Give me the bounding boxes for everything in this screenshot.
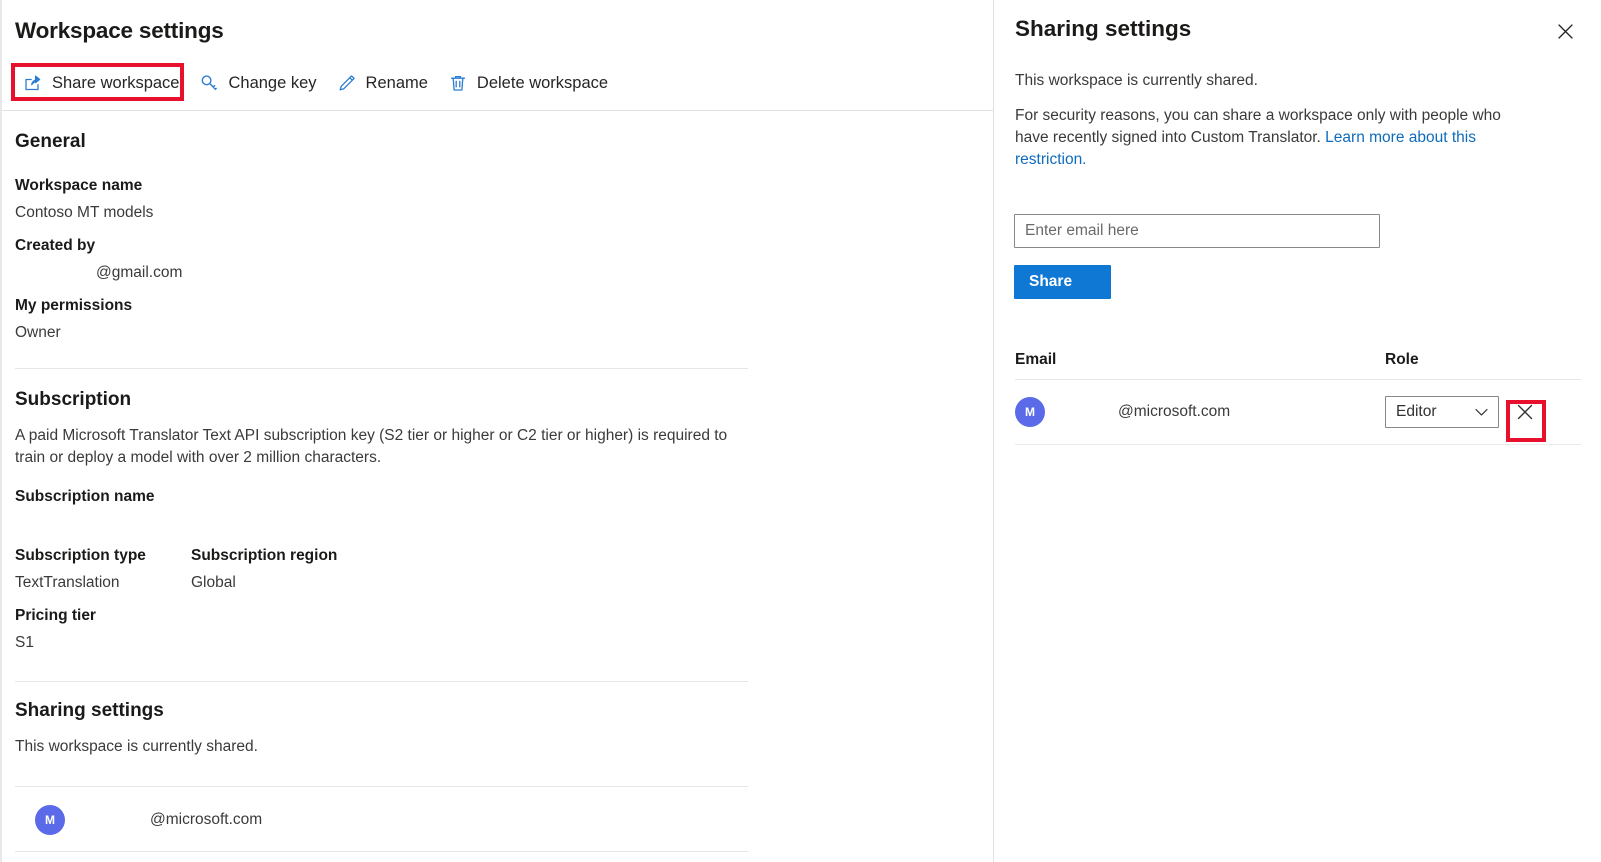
table-cell-email: M @microsoft.com (1015, 397, 1385, 427)
table-cell-role: Editor (1385, 396, 1581, 428)
member-email: @microsoft.com (150, 811, 263, 828)
trash-icon (448, 73, 468, 93)
sharing-list-bottom-divider (15, 851, 748, 852)
sharing-status-text: This workspace is currently shared. (15, 738, 258, 755)
delete-workspace-label: Delete workspace (476, 73, 609, 92)
member-email: @microsoft.com (1118, 403, 1231, 420)
workspace-name-value: Contoso MT models (15, 204, 154, 221)
panel-title: Sharing settings (1015, 16, 1192, 41)
remove-member-button[interactable] (1509, 396, 1541, 428)
rename-button[interactable]: Rename (329, 68, 440, 98)
pencil-icon (337, 73, 357, 93)
toolbar-divider (2, 110, 993, 111)
app-root: Workspace settings Share workspace Chang… (0, 0, 1601, 862)
general-divider (15, 368, 748, 369)
share-workspace-label: Share workspace (52, 73, 180, 92)
delete-workspace-button[interactable]: Delete workspace (440, 68, 620, 98)
command-toolbar: Share workspace Change key Rename Delete… (15, 68, 620, 98)
change-key-label: Change key (228, 73, 317, 92)
created-by-value: @gmail.com (96, 264, 183, 281)
subscription-type-label: Subscription type (15, 547, 146, 564)
email-input[interactable] (1014, 214, 1380, 248)
panel-security-notice: For security reasons, you can share a wo… (1015, 105, 1525, 171)
subscription-description: A paid Microsoft Translator Text API sub… (15, 427, 728, 466)
change-key-button[interactable]: Change key (191, 68, 328, 98)
subscription-name-label: Subscription name (15, 488, 155, 505)
pricing-tier-label: Pricing tier (15, 607, 96, 624)
my-permissions-label: My permissions (15, 297, 133, 314)
column-header-email: Email (1015, 350, 1057, 368)
my-permissions-value: Owner (15, 324, 61, 341)
column-header-role: Role (1385, 350, 1419, 368)
sharing-settings-heading: Sharing settings (15, 700, 164, 721)
share-icon (23, 73, 43, 93)
table-header-row: Email Role (1015, 340, 1581, 380)
subscription-type-value: TextTranslation (15, 574, 120, 591)
subscription-heading: Subscription (15, 389, 132, 410)
row-role-select[interactable]: Editor (1385, 396, 1499, 428)
chevron-down-icon (1474, 405, 1488, 419)
rename-label: Rename (365, 73, 428, 92)
list-item: M @microsoft.com (15, 790, 748, 850)
share-workspace-button[interactable]: Share workspace (15, 68, 191, 98)
general-heading: General (15, 131, 86, 152)
key-icon (199, 73, 219, 93)
share-button[interactable]: Share (1014, 265, 1111, 299)
panel-status-text: This workspace is currently shared. (1015, 72, 1258, 89)
page-title: Workspace settings (15, 18, 224, 43)
created-by-label: Created by (15, 237, 96, 254)
workspace-settings-panel: Workspace settings Share workspace Chang… (0, 0, 993, 862)
shared-users-table: Email Role M @microsoft.com Editor (1015, 340, 1581, 445)
subscription-region-value: Global (191, 574, 236, 591)
subscription-divider (15, 681, 748, 682)
sharing-settings-flyout: Sharing settings This workspace is curre… (993, 0, 1601, 862)
avatar: M (35, 805, 65, 835)
subscription-region-label: Subscription region (191, 547, 338, 564)
avatar: M (1015, 397, 1045, 427)
pricing-tier-value: S1 (15, 634, 34, 651)
row-role-value: Editor (1396, 403, 1437, 420)
close-icon[interactable] (1551, 17, 1579, 45)
workspace-name-label: Workspace name (15, 177, 143, 194)
sharing-list-divider (15, 786, 748, 787)
table-row: M @microsoft.com Editor (1015, 380, 1581, 445)
